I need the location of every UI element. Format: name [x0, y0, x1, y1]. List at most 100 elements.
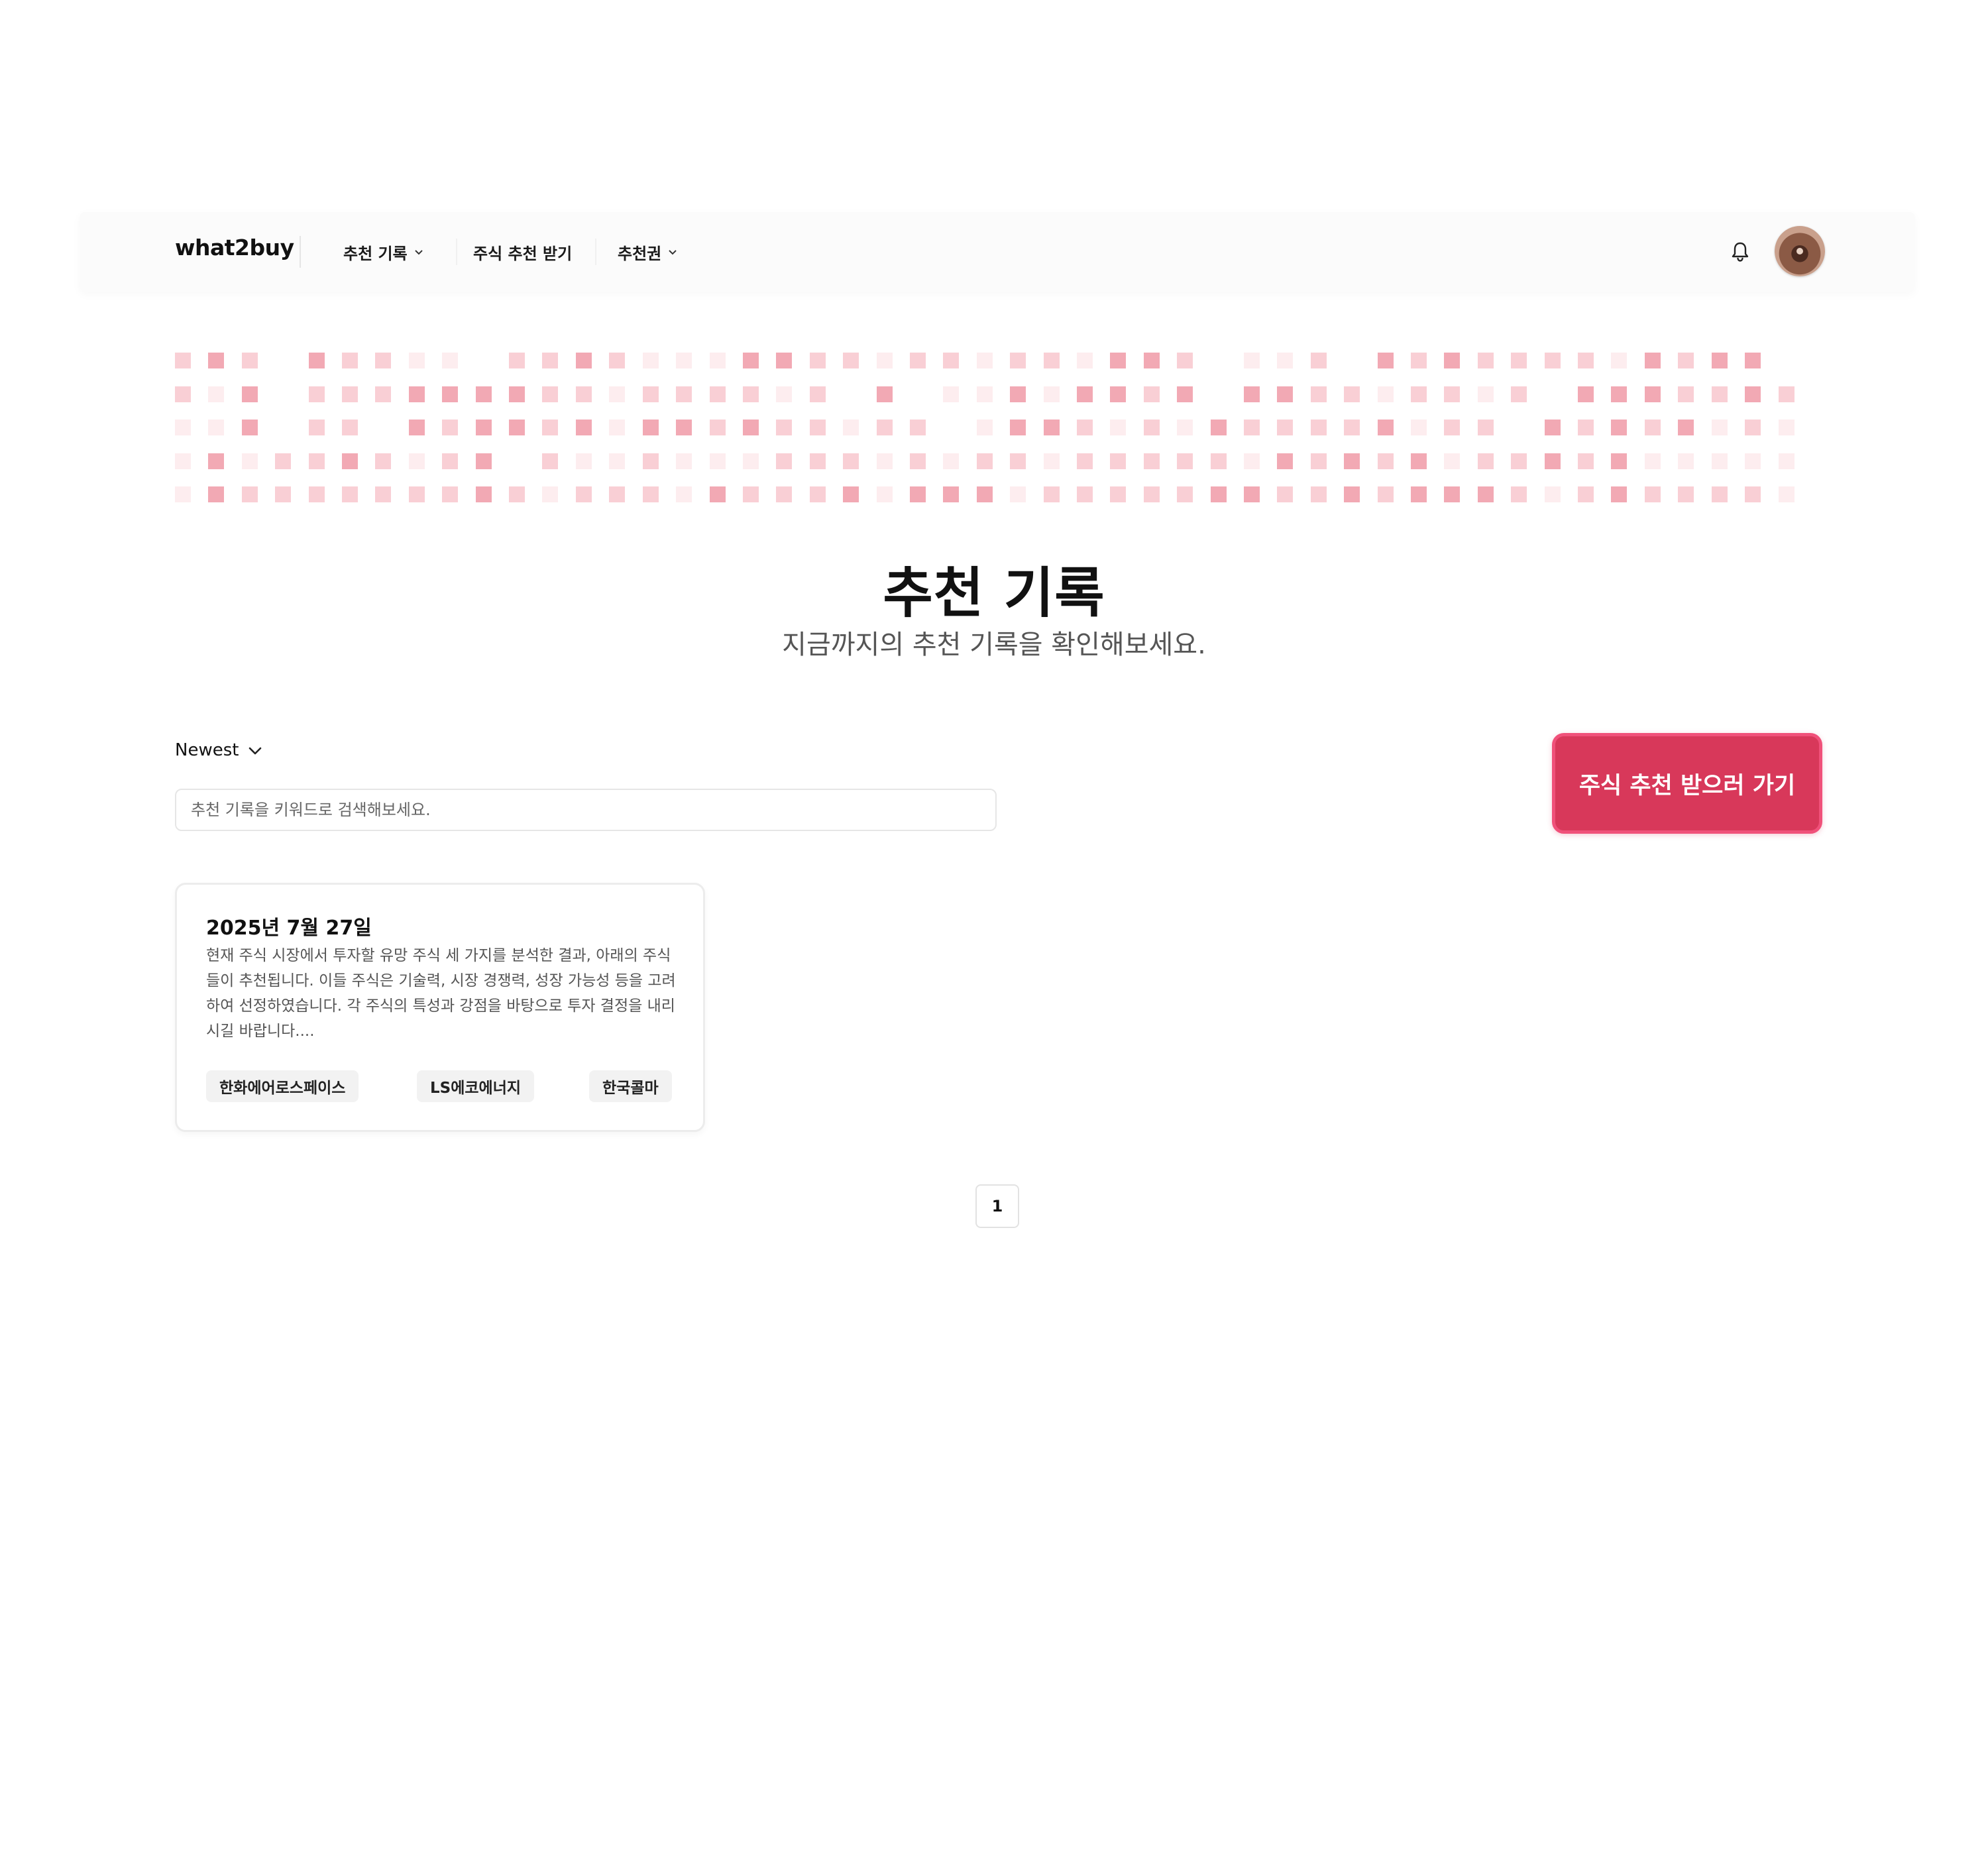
heatmap-cell — [1076, 353, 1093, 368]
heatmap-cell — [876, 486, 893, 502]
heatmap-cell — [1244, 353, 1260, 368]
heatmap-cell — [709, 386, 726, 402]
heatmap-cell — [1310, 420, 1327, 435]
heatmap-cell — [342, 486, 359, 502]
heatmap-cell — [509, 453, 525, 469]
heatmap-cell — [1177, 453, 1193, 469]
heatmap-cell — [1210, 386, 1227, 402]
recommendation-card[interactable]: 2025년 7월 27일 현재 주식 시장에서 투자할 유망 주식 세 가지를 … — [175, 883, 705, 1132]
heatmap-cell — [1244, 420, 1260, 435]
heatmap-cell — [809, 420, 826, 435]
sort-dropdown[interactable]: Newest — [175, 738, 262, 762]
heatmap-cell — [1644, 353, 1661, 368]
heatmap-cell — [1711, 420, 1728, 435]
heatmap-cell — [1711, 486, 1728, 502]
chevron-down-icon — [248, 740, 262, 760]
nav-item-label: 주식 추천 받기 — [473, 244, 573, 263]
logo[interactable]: what2buy — [175, 235, 294, 260]
heatmap-cell — [1778, 453, 1795, 469]
heatmap-cell — [1611, 453, 1628, 469]
heatmap-cell — [1277, 453, 1294, 469]
heatmap-cell — [1678, 386, 1694, 402]
heatmap-cell — [876, 420, 893, 435]
heatmap-cell — [1177, 353, 1193, 368]
heatmap-cell — [1477, 420, 1494, 435]
heatmap-cell — [175, 386, 191, 402]
heatmap-cell — [375, 353, 392, 368]
heatmap-cell — [509, 486, 525, 502]
stock-tag[interactable]: 한화에어로스페이스 — [206, 1070, 359, 1102]
heatmap-cell — [342, 420, 359, 435]
heatmap-cell — [308, 420, 325, 435]
heatmap-cell — [275, 486, 292, 502]
heatmap-cell — [475, 386, 492, 402]
heatmap-cell — [241, 353, 258, 368]
heatmap-cell — [809, 353, 826, 368]
nav-item-get-recommendation[interactable]: 주식 추천 받기 — [473, 240, 572, 264]
heatmap-cell — [1310, 486, 1327, 502]
nav-divider — [595, 239, 596, 265]
heatmap-cell — [1277, 486, 1294, 502]
heatmap-cell — [175, 353, 191, 368]
heatmap-cell — [1411, 486, 1427, 502]
heatmap-cell — [241, 386, 258, 402]
heatmap-cell — [1010, 353, 1026, 368]
nav-divider — [456, 239, 457, 265]
heatmap-cell — [475, 453, 492, 469]
heatmap-cell — [1711, 386, 1728, 402]
heatmap-cell — [1778, 486, 1795, 502]
heatmap-cell — [976, 453, 993, 469]
heatmap-cell — [1310, 353, 1327, 368]
pagination-page-1[interactable]: 1 — [975, 1184, 1019, 1228]
heatmap-cell — [542, 353, 559, 368]
heatmap-cell — [1377, 453, 1394, 469]
heatmap-cell — [1544, 453, 1561, 469]
heatmap-cell — [1411, 420, 1427, 435]
heatmap-cell — [609, 386, 626, 402]
heatmap-cell — [776, 486, 793, 502]
heatmap-cell — [909, 486, 926, 502]
heatmap-cell — [1043, 386, 1060, 402]
heatmap-cell — [1177, 486, 1193, 502]
heatmap-cell — [1377, 353, 1394, 368]
heatmap-cell — [742, 420, 759, 435]
nav-item-tickets[interactable]: 추천권 — [618, 240, 677, 264]
get-recommendation-button[interactable]: 주식 추천 받으러 가기 — [1552, 733, 1822, 834]
heatmap-cell — [1477, 386, 1494, 402]
heatmap-cell — [876, 386, 893, 402]
search-input[interactable] — [175, 789, 997, 831]
heatmap-cell — [1511, 486, 1527, 502]
heatmap-cell — [1143, 486, 1160, 502]
heatmap-cell — [1043, 420, 1060, 435]
heatmap-cell — [275, 420, 292, 435]
heatmap-cell — [676, 486, 692, 502]
heatmap-cell — [1778, 420, 1795, 435]
heatmap-cell — [909, 420, 926, 435]
heatmap-cell — [1411, 353, 1427, 368]
stock-tag[interactable]: LS에코에너지 — [417, 1070, 535, 1102]
heatmap-cell — [342, 386, 359, 402]
heatmap-cell — [408, 486, 425, 502]
heatmap-cell — [342, 353, 359, 368]
heatmap-cell — [1745, 453, 1761, 469]
heatmap-cell — [676, 453, 692, 469]
heatmap-cell — [308, 386, 325, 402]
bell-icon[interactable] — [1728, 240, 1752, 264]
avatar[interactable] — [1775, 226, 1825, 276]
heatmap-cell — [241, 453, 258, 469]
heatmap-cell — [1110, 420, 1127, 435]
heatmap-cell — [1644, 486, 1661, 502]
heatmap-cell — [776, 353, 793, 368]
heatmap-cell — [809, 386, 826, 402]
heatmap-cell — [1611, 353, 1628, 368]
activity-heatmap — [175, 353, 1795, 502]
heatmap-cell — [1444, 486, 1461, 502]
heatmap-cell — [876, 453, 893, 469]
heatmap-cell — [1477, 453, 1494, 469]
heatmap-cell — [542, 453, 559, 469]
nav-item-recommendation-history[interactable]: 추천 기록 — [343, 240, 423, 264]
heatmap-cell — [509, 386, 525, 402]
heatmap-cell — [976, 353, 993, 368]
stock-tag[interactable]: 한국콜마 — [589, 1070, 672, 1102]
heatmap-cell — [175, 453, 191, 469]
